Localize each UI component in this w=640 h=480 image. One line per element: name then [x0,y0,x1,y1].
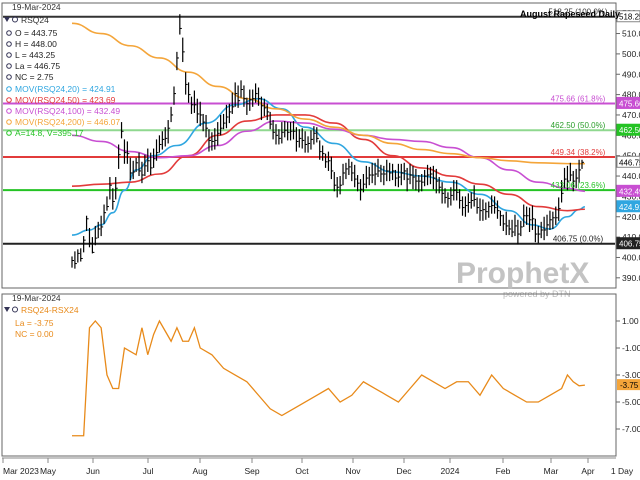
y-tick-label: 400.00 [622,252,640,262]
symbol-label: RSQ24 [21,15,49,25]
price-tag-text: 475.66 [619,99,640,108]
x-tick-label: May [40,466,57,476]
readout-h: H = 448.00 [15,39,57,49]
y-tick-label: -3.00 [622,370,640,380]
spread-readout-nc: NC = 0.00 [15,329,54,339]
lower-date: 19-Mar-2024 [12,293,61,303]
legend-entry: A=14.8, V=395.17 [15,128,84,138]
y-tick-label: 420.00 [622,212,640,222]
readout-nc: NC = 2.75 [15,72,54,82]
legend-entry: MOV(RSQ24,20) = 424.91 [15,84,116,94]
ohlc-readout: O = 443.75H = 448.00L = 443.25La = 446.7… [6,28,60,82]
x-tick-label: Apr [581,466,594,476]
level-label-3: 449.34 (38.2%) [551,148,606,157]
price-tag-text: 424.91 [619,203,640,212]
y-tick-label: 470.00 [622,110,640,120]
price-tag-2: 462.50 [616,123,640,136]
x-tick-label: Jul [143,466,154,476]
x-tick-label: Aug [192,466,207,476]
y-tick-label: -7.00 [622,424,640,434]
spread-readout-la: La = -3.75 [15,318,54,328]
x-tick-label: 1 Day [611,466,634,476]
legend-entry: MOV(RSQ24,200) = 446.07 [15,117,120,127]
legend-entry: MOV(RSQ24,100) = 432.49 [15,106,120,116]
price-tag-0: 518.25 [616,10,640,23]
x-tick-label: Feb [496,466,511,476]
price-tag-5: 424.91 [616,200,640,213]
y-tick-label: 510.00 [622,29,640,39]
price-tag-1: 475.66 [616,96,640,109]
x-tick-label: Jun [86,466,100,476]
x-tick-label: Sep [244,466,259,476]
x-tick-label: Mar [544,466,559,476]
level-label-5: 406.75 (0.0%) [553,235,604,244]
level-label-2: 462.50 (50.0%) [551,121,606,130]
legend-entry: MOV(RSQ24,50) = 423.69 [15,95,116,105]
y-tick-label: 440.00 [622,171,640,181]
price-tag-text: 446.75 [619,158,640,167]
readout-la: La = 446.75 [15,61,60,71]
y-tick-label: 490.00 [622,69,640,79]
x-tick-label: Mar 2023 [3,466,39,476]
spread-label: RSQ24-RSX24 [21,305,79,315]
level-label-1: 475.66 (61.8%) [551,94,606,103]
readout-l: L = 443.25 [15,50,55,60]
x-tick-label: Nov [345,466,361,476]
price-tag-text: 518.25 [619,13,640,22]
x-tick-label: 2024 [441,466,460,476]
y-tick-label: 500.00 [622,49,640,59]
spread-tag-text: -3.75 [620,381,639,390]
y-tick-label: -5.00 [622,397,640,407]
price-tag-3: 446.75 [616,155,640,168]
price-tag-text: 406.75 [619,240,640,249]
spread-readout: La = -3.75NC = 0.00 [15,318,54,339]
x-tick-label: Oct [295,466,309,476]
x-tick-label: Dec [396,466,412,476]
level-label-4: 433.06 (23.6%) [551,181,606,190]
upper-date: 19-Mar-2024 [12,2,61,12]
chart-canvas: 518.25 (100.0%)475.66 (61.8%)462.50 (50.… [0,0,640,480]
price-tag-text: 432.49 [619,187,640,196]
price-tag-4: 432.49 [616,184,640,197]
y-tick-label: 390.00 [622,273,640,283]
spread-tag: -3.75 [617,379,640,391]
y-tick-label: 1.00 [622,316,639,326]
watermark-brand: ProphetX [456,257,589,290]
y-tick-label: -1.00 [622,343,640,353]
readout-o: O = 443.75 [15,28,58,38]
chart-title: August Rapeseed Daily [520,9,620,19]
price-tag-6: 406.75 [616,237,640,250]
price-tag-text: 462.50 [619,126,640,135]
